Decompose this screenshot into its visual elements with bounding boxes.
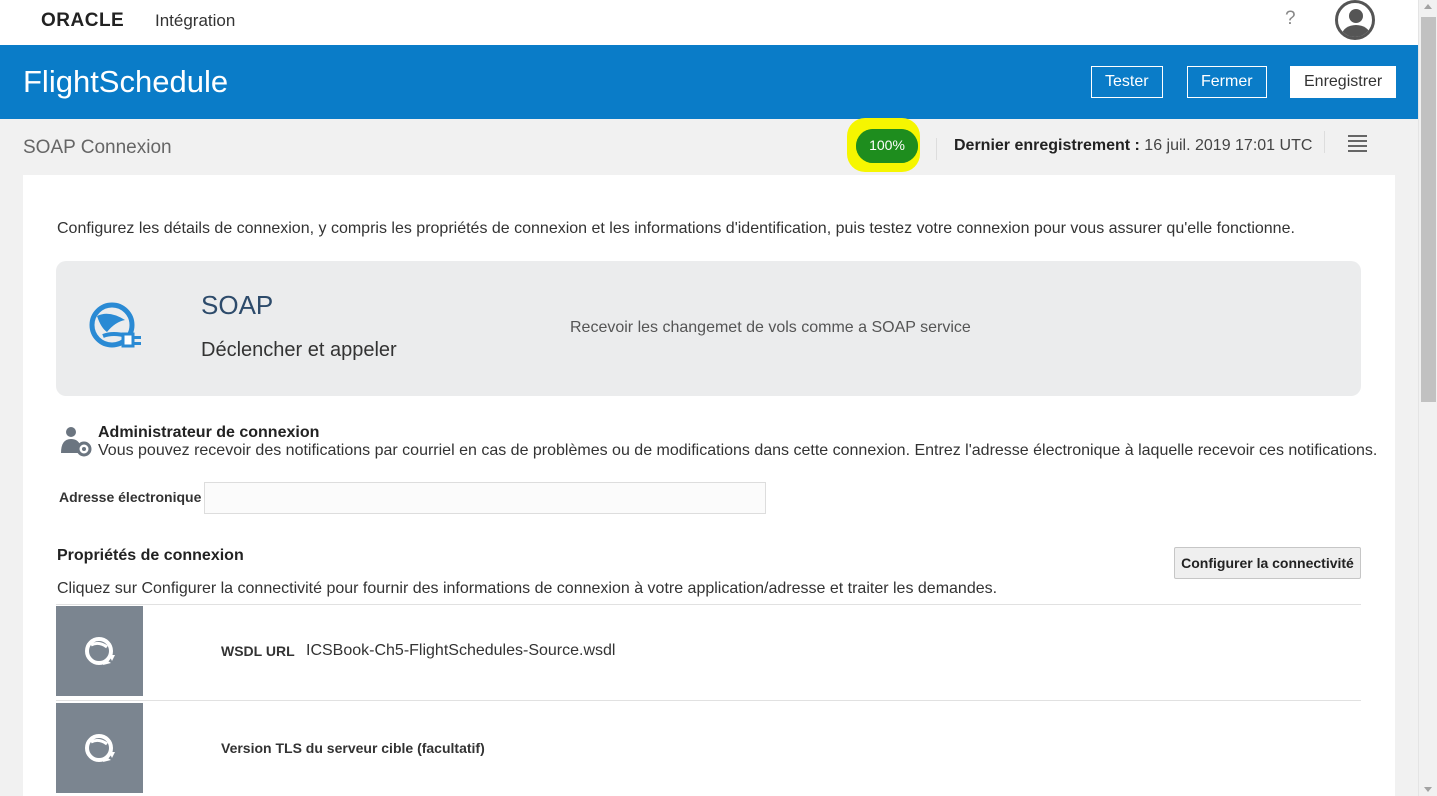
last-save-info: Dernier enregistrement : 16 juil. 2019 1… bbox=[954, 137, 1312, 155]
help-icon[interactable]: ? bbox=[1285, 8, 1296, 30]
adapter-role: Déclencher et appeler bbox=[201, 339, 397, 361]
refresh-globe-icon bbox=[85, 637, 115, 665]
connection-properties-title: Propriétés de connexion bbox=[57, 547, 244, 564]
admin-title: Administrateur de connexion bbox=[98, 424, 320, 441]
intro-text: Configurez les détails de connexion, y c… bbox=[57, 220, 1295, 237]
scroll-up-arrow-icon[interactable] bbox=[1424, 4, 1432, 9]
save-button[interactable]: Enregistrer bbox=[1290, 66, 1397, 98]
close-button[interactable]: Fermer bbox=[1187, 66, 1267, 98]
scrollbar-thumb[interactable] bbox=[1421, 17, 1436, 402]
divider bbox=[56, 604, 1361, 605]
divider bbox=[936, 138, 937, 160]
hamburger-menu-icon[interactable] bbox=[1348, 135, 1367, 155]
property-label: WSDL URL bbox=[221, 643, 295, 659]
property-icon-tile bbox=[56, 703, 143, 793]
progress-text: 100% bbox=[869, 137, 905, 153]
test-button[interactable]: Tester bbox=[1091, 66, 1163, 98]
email-label: Adresse électronique bbox=[59, 489, 202, 505]
property-value: ICSBook-Ch5-FlightSchedules-Source.wsdl bbox=[306, 642, 616, 659]
property-label: Version TLS du serveur cible (facultatif… bbox=[221, 740, 485, 756]
progress-badge: 100% bbox=[856, 129, 918, 163]
property-icon-tile bbox=[56, 606, 143, 696]
refresh-globe-icon bbox=[85, 734, 115, 762]
page-subtitle: SOAP Connexion bbox=[23, 137, 172, 158]
product-name: Intégration bbox=[155, 11, 236, 30]
soap-globe-plug-icon bbox=[89, 302, 141, 348]
oracle-logo: ORACLE bbox=[41, 10, 125, 31]
divider bbox=[56, 700, 1361, 701]
divider bbox=[1324, 131, 1325, 153]
configure-connectivity-button[interactable]: Configurer la connectivité bbox=[1174, 547, 1361, 579]
connection-title: FlightSchedule bbox=[23, 64, 229, 99]
admin-settings-icon bbox=[61, 427, 92, 457]
scroll-down-arrow-icon[interactable] bbox=[1424, 787, 1432, 792]
user-avatar-icon[interactable] bbox=[1335, 0, 1375, 40]
connection-properties-description: Cliquez sur Configurer la connectivité p… bbox=[57, 580, 998, 597]
email-field[interactable] bbox=[204, 482, 766, 514]
adapter-description: Recevoir les changemet de vols comme a S… bbox=[570, 319, 971, 336]
adapter-name: SOAP bbox=[201, 290, 274, 320]
last-save-value: 16 juil. 2019 17:01 UTC bbox=[1144, 137, 1313, 154]
last-save-label: Dernier enregistrement : bbox=[954, 137, 1140, 154]
avatar-head bbox=[1349, 9, 1363, 23]
avatar-shoulders bbox=[1342, 25, 1370, 37]
integration-header: FlightSchedule Tester Fermer Enregistrer bbox=[0, 45, 1418, 119]
top-bar: ORACLE Intégration ? bbox=[0, 0, 1418, 45]
admin-description: Vous pouvez recevoir des notifications p… bbox=[98, 442, 1378, 459]
page-scrollbar[interactable] bbox=[1418, 0, 1437, 796]
